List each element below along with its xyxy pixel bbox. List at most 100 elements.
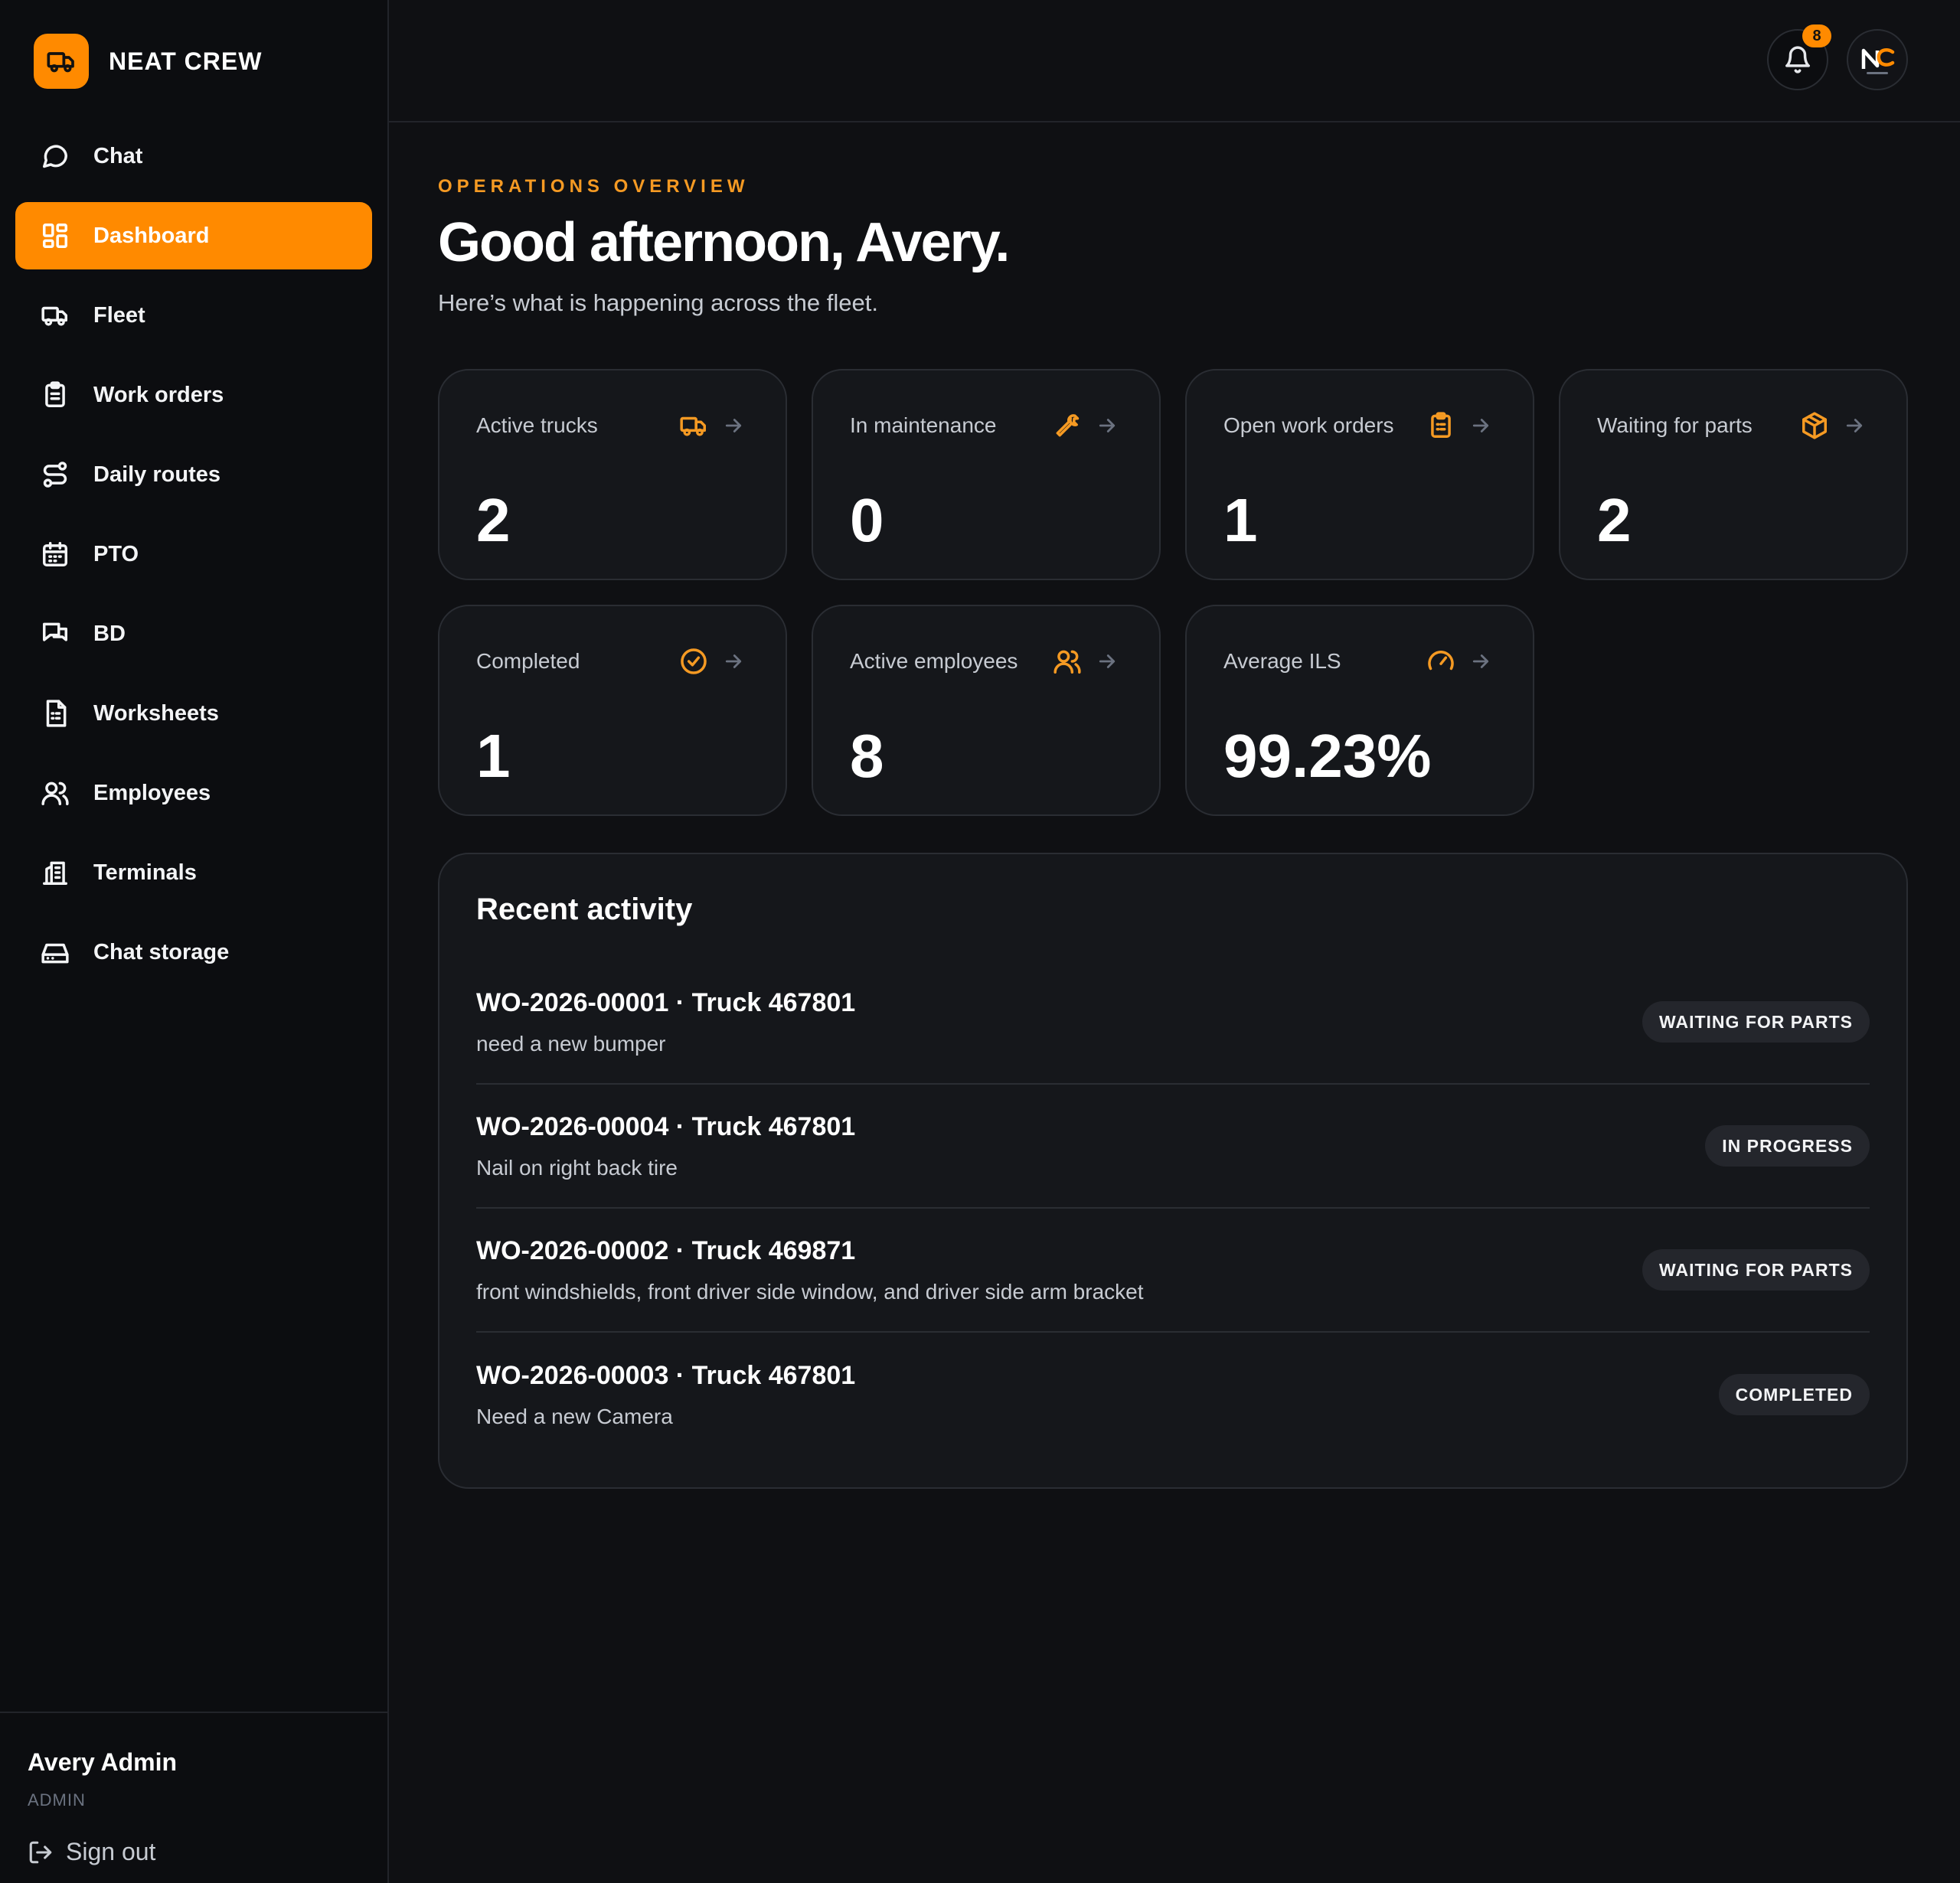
check-circle-icon: [678, 646, 709, 677]
grid-icon: [40, 220, 70, 251]
sidebar-nav: Chat Dashboard Fleet Work orders Daily r…: [0, 122, 387, 986]
sidebar-item-label: Worksheets: [93, 700, 219, 726]
stat-label: Completed: [476, 649, 580, 673]
sidebar-item-chat[interactable]: Chat: [15, 122, 372, 190]
work-order-title: WO-2026-00002 · Truck 469871: [476, 1235, 856, 1265]
work-order-description: Nail on right back tire: [476, 1155, 678, 1180]
stat-value: 99.23%: [1223, 722, 1432, 790]
sidebar-item-label: Work orders: [93, 382, 224, 407]
arrow-right-icon: [1465, 646, 1496, 677]
list-item[interactable]: WO-2026-00003 · Truck 467801 Need a new …: [476, 1333, 1870, 1457]
stat-value: 1: [1223, 486, 1258, 554]
brand[interactable]: NEAT CREW: [0, 0, 387, 122]
status-badge: IN PROGRESS: [1705, 1125, 1870, 1167]
clipboard-icon: [1426, 410, 1456, 441]
sidebar-item-label: PTO: [93, 541, 139, 566]
document-icon: [40, 698, 70, 729]
sidebar-item-bd[interactable]: BD: [15, 600, 372, 667]
sign-out-label: Sign out: [66, 1838, 156, 1865]
stat-value: 0: [850, 486, 884, 554]
stats-grid: Active trucks 2 In maintenance 0 Open wo…: [438, 369, 1911, 816]
sidebar-item-label: Chat storage: [93, 939, 230, 964]
package-icon: [1799, 410, 1830, 441]
status-badge: WAITING FOR PARTS: [1642, 1001, 1870, 1043]
sidebar-item-chat-storage[interactable]: Chat storage: [15, 919, 372, 986]
sidebar: NEAT CREW Chat Dashboard Fleet Work orde…: [0, 0, 389, 1883]
users-icon: [40, 778, 70, 808]
topbar: 8: [389, 0, 1960, 122]
sign-out-button[interactable]: Sign out: [28, 1838, 360, 1866]
sidebar-item-label: Terminals: [93, 860, 197, 885]
app: NEAT CREW Chat Dashboard Fleet Work orde…: [0, 0, 1960, 1883]
sidebar-item-fleet[interactable]: Fleet: [15, 282, 372, 349]
sidebar-item-daily-routes[interactable]: Daily routes: [15, 441, 372, 508]
neat-crew-logo-icon: [1861, 48, 1895, 74]
sidebar-item-label: Fleet: [93, 302, 145, 328]
stat-card-active-trucks[interactable]: Active trucks 2: [438, 369, 787, 580]
building-icon: [40, 857, 70, 888]
log-out-icon: [29, 1841, 52, 1863]
truck-icon: [678, 410, 709, 441]
arrow-right-icon: [1092, 646, 1122, 677]
truck-logo-icon: [34, 34, 89, 89]
status-badge: COMPLETED: [1718, 1374, 1870, 1415]
activity-list: WO-2026-00001 · Truck 467801 need a new …: [476, 961, 1870, 1457]
section-eyebrow: OPERATIONS OVERVIEW: [438, 176, 750, 197]
stat-label: In maintenance: [850, 413, 997, 437]
work-order-title: WO-2026-00004 · Truck 467801: [476, 1111, 856, 1141]
wrench-icon: [1052, 410, 1083, 441]
stat-label: Average ILS: [1223, 649, 1341, 673]
recent-activity-panel: Recent activity WO-2026-00001 · Truck 46…: [438, 853, 1908, 1489]
sidebar-item-label: Employees: [93, 780, 211, 805]
work-order-description: front windshields, front driver side win…: [476, 1279, 1144, 1304]
avatar[interactable]: [1847, 29, 1908, 90]
stat-card-waiting-for-parts[interactable]: Waiting for parts 2: [1559, 369, 1908, 580]
list-item[interactable]: WO-2026-00001 · Truck 467801 need a new …: [476, 961, 1870, 1085]
stat-card-completed[interactable]: Completed 1: [438, 605, 787, 816]
main-content: 8 OPERATIONS OVERVIEW Good afternoon, Av…: [389, 0, 1960, 1883]
dashboard: OPERATIONS OVERVIEW Good afternoon, Aver…: [389, 176, 1960, 1489]
user-name: Avery Admin: [28, 1748, 178, 1776]
work-order-description: Need a new Camera: [476, 1404, 673, 1428]
clipboard-icon: [40, 380, 70, 410]
stat-card-average-ils[interactable]: Average ILS 99.23%: [1185, 605, 1534, 816]
stat-card-active-employees[interactable]: Active employees 8: [812, 605, 1161, 816]
sidebar-item-pto[interactable]: PTO: [15, 521, 372, 588]
truck-icon: [40, 300, 70, 331]
stat-label: Active trucks: [476, 413, 598, 437]
stat-card-in-maintenance[interactable]: In maintenance 0: [812, 369, 1161, 580]
stat-value: 8: [850, 722, 884, 790]
list-item[interactable]: WO-2026-00004 · Truck 467801 Nail on rig…: [476, 1085, 1870, 1209]
sidebar-footer: Avery Admin ADMIN Sign out: [0, 1712, 387, 1883]
sidebar-item-label: BD: [93, 621, 126, 646]
list-item[interactable]: WO-2026-00002 · Truck 469871 front winds…: [476, 1209, 1870, 1333]
notification-count-badge: 8: [1802, 24, 1831, 47]
gauge-icon: [1426, 646, 1456, 677]
brand-name: NEAT CREW: [109, 47, 263, 75]
sidebar-item-employees[interactable]: Employees: [15, 759, 372, 827]
sidebar-item-label: Dashboard: [93, 223, 210, 248]
stat-value: 2: [1597, 486, 1632, 554]
work-order-description: need a new bumper: [476, 1031, 666, 1056]
hard-drive-icon: [40, 937, 70, 968]
stat-label: Active employees: [850, 649, 1018, 673]
arrow-right-icon: [1839, 410, 1870, 441]
sidebar-item-label: Chat: [93, 143, 143, 168]
recent-activity-title: Recent activity: [476, 893, 693, 926]
arrow-right-icon: [1092, 410, 1122, 441]
stat-label: Open work orders: [1223, 413, 1394, 437]
page-subtitle: Here’s what is happening across the flee…: [438, 289, 878, 316]
arrow-right-icon: [718, 646, 749, 677]
sidebar-item-terminals[interactable]: Terminals: [15, 839, 372, 906]
sidebar-item-work-orders[interactable]: Work orders: [15, 361, 372, 429]
stat-value: 1: [476, 722, 511, 790]
sidebar-item-dashboard[interactable]: Dashboard: [15, 202, 372, 269]
page-title: Good afternoon, Avery.: [438, 212, 1010, 273]
work-order-title: WO-2026-00001 · Truck 467801: [476, 987, 856, 1017]
status-badge: WAITING FOR PARTS: [1642, 1249, 1870, 1291]
stat-label: Waiting for parts: [1597, 413, 1753, 437]
arrow-right-icon: [718, 410, 749, 441]
sidebar-item-label: Daily routes: [93, 462, 220, 487]
sidebar-item-worksheets[interactable]: Worksheets: [15, 680, 372, 747]
stat-card-open-work-orders[interactable]: Open work orders 1: [1185, 369, 1534, 580]
